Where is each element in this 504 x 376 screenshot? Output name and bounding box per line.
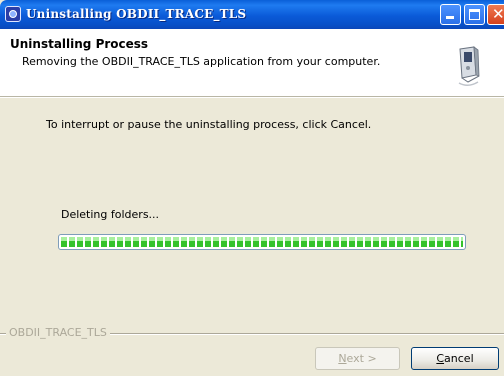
app-icon [5,6,21,22]
status-text: Deleting folders... [61,208,160,221]
cancel-accelerator: C [436,352,445,365]
header-divider [0,97,504,98]
installer-device-icon [458,46,480,86]
cancel-button[interactable]: Cancel [411,347,499,370]
minimize-button[interactable] [440,4,461,25]
instruction-text: To interrupt or pause the uninstalling p… [46,118,372,131]
next-label: ext > [346,352,377,365]
header-panel: Uninstalling Process Removing the OBDII_… [0,29,504,97]
header-title: Uninstalling Process [10,37,149,51]
next-button[interactable]: Next > [315,347,400,370]
progress-bar [58,234,466,250]
progress-fill [61,237,463,247]
window-title: Uninstalling OBDII_TRACE_TLS [26,7,247,21]
title-bar[interactable]: Uninstalling OBDII_TRACE_TLS ✕ [0,0,504,29]
maximize-button[interactable] [464,4,485,25]
cancel-label: ancel [444,352,474,365]
uninstaller-window: Uninstalling OBDII_TRACE_TLS ✕ Uninstall… [0,0,504,376]
close-button[interactable]: ✕ [487,4,504,25]
header-subtitle: Removing the OBDII_TRACE_TLS application… [22,55,381,68]
close-icon: ✕ [492,5,504,23]
next-accelerator: N [338,352,347,365]
brand-label: OBDII_TRACE_TLS [6,326,110,339]
